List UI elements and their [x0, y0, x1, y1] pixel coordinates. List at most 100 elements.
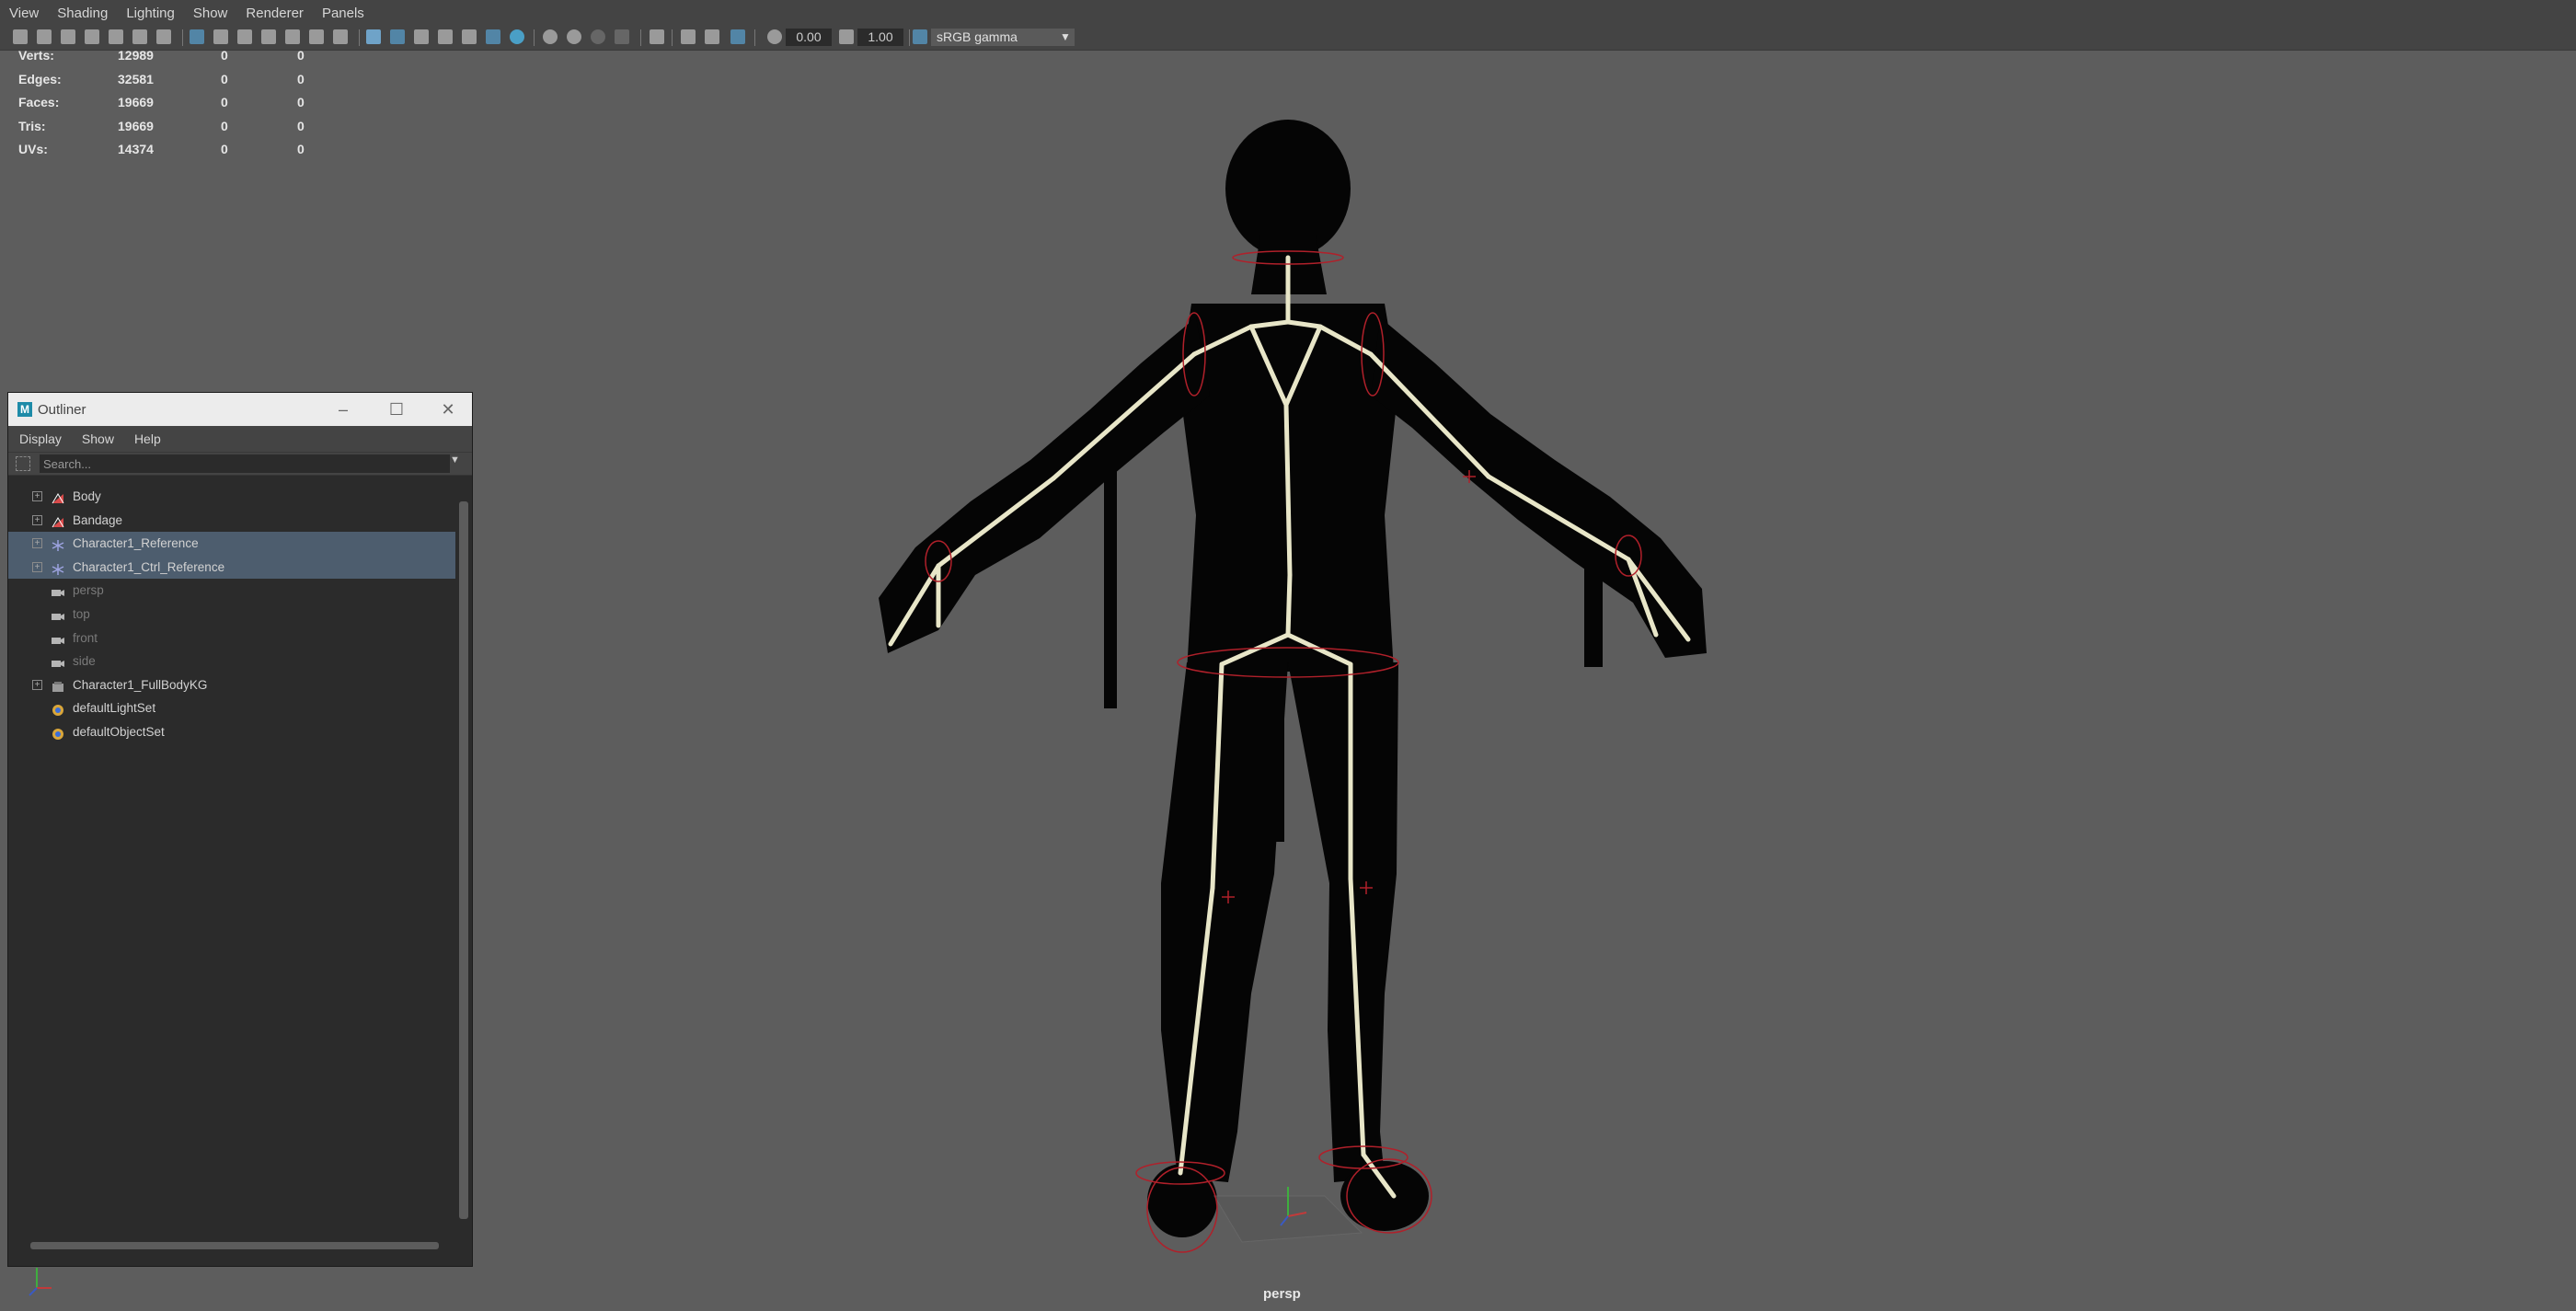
hud-component: 0	[297, 142, 305, 157]
pencil-icon[interactable]	[156, 29, 171, 44]
menu-help[interactable]: Help	[123, 431, 170, 446]
scrollbar-thumb[interactable]	[459, 501, 468, 1219]
vertical-scrollbar[interactable]	[457, 485, 470, 1235]
skeleton-bones	[888, 255, 1691, 1199]
exposure-icon[interactable]	[767, 29, 782, 44]
film-gate-icon[interactable]	[213, 29, 228, 44]
color-management-icon[interactable]	[913, 29, 927, 44]
joint-icon	[51, 536, 65, 552]
minimize-icon[interactable]: –	[319, 393, 367, 426]
search-input[interactable]	[40, 454, 450, 473]
outliner-tree: + Body + Bandage + Character1_Reference + Chara…	[8, 485, 455, 744]
resolution-gate-icon[interactable]	[237, 29, 252, 44]
outliner-item-label: defaultObjectSet	[73, 724, 165, 739]
outliner-title: Outliner	[38, 401, 86, 418]
toolbar-separator	[182, 29, 183, 46]
menu-shading[interactable]: Shading	[48, 6, 117, 21]
safe-action-icon[interactable]	[309, 29, 324, 44]
outliner-item[interactable]: side	[8, 650, 455, 673]
expand-icon[interactable]: +	[32, 538, 42, 549]
image-plane-icon[interactable]	[85, 29, 99, 44]
outliner-item-label: persp	[73, 583, 104, 598]
chevron-down-icon[interactable]: ▼	[450, 454, 460, 466]
outliner-item[interactable]: + Character1_Reference	[8, 532, 455, 556]
field-chart-icon[interactable]	[285, 29, 300, 44]
menu-show[interactable]: Show	[71, 431, 123, 446]
outliner-item[interactable]: front	[8, 627, 455, 650]
hud-selected: 0	[221, 48, 228, 63]
outliner-item[interactable]: + Body	[8, 485, 455, 509]
hud-row: Faces: 19669 0 0	[18, 95, 313, 119]
filter-icon[interactable]	[16, 456, 30, 471]
outliner-item[interactable]: persp	[8, 579, 455, 603]
color-space-dropdown[interactable]: sRGB gamma	[931, 29, 1075, 46]
exposure-field[interactable]: 0.00	[786, 29, 832, 46]
menu-renderer[interactable]: Renderer	[236, 6, 313, 21]
expand-icon[interactable]: +	[32, 679, 42, 690]
outliner-item-label: top	[73, 606, 90, 621]
hud-total: 19669	[118, 95, 154, 110]
hud-row: Verts: 12989 0 0	[18, 48, 313, 72]
shadows-icon[interactable]	[486, 29, 500, 44]
hud-label: Verts:	[18, 48, 54, 63]
motion-blur-icon[interactable]	[543, 29, 558, 44]
chevron-down-icon[interactable]: ▼	[1056, 28, 1075, 46]
menu-lighting[interactable]: Lighting	[117, 6, 184, 21]
outliner-item-label: side	[73, 654, 96, 669]
wireframe-on-shaded-icon[interactable]	[414, 29, 429, 44]
bookmark-icon[interactable]	[61, 29, 75, 44]
select-camera-icon[interactable]	[13, 29, 28, 44]
gate-mask-icon[interactable]	[261, 29, 276, 44]
expand-icon[interactable]: +	[32, 514, 42, 525]
isolate-select-icon[interactable]	[615, 29, 629, 44]
hud-total: 32581	[118, 71, 154, 86]
outliner-item[interactable]: defaultLightSet	[8, 696, 455, 720]
camera-icon	[51, 583, 65, 597]
ambient-occlusion-icon[interactable]	[510, 29, 524, 44]
2d-pan-zoom-icon[interactable]	[109, 29, 123, 44]
horizontal-scrollbar[interactable]	[14, 1239, 455, 1252]
menu-show[interactable]: Show	[184, 6, 237, 21]
textured-icon[interactable]	[438, 29, 453, 44]
gamma-field[interactable]: 1.00	[857, 29, 903, 46]
outliner-item[interactable]: top	[8, 603, 455, 627]
menu-view[interactable]: View	[0, 6, 48, 21]
smooth-shade-icon[interactable]	[390, 29, 405, 44]
outliner-item[interactable]: + Character1_Ctrl_Reference	[8, 555, 455, 580]
outliner-item[interactable]: + Character1_FullBodyKG	[8, 673, 455, 697]
hud-row: UVs: 14374 0 0	[18, 142, 313, 166]
outliner-window: M Outliner – ☐ ✕ Display Show Help ▼ + Bo…	[7, 392, 473, 1267]
maximize-icon[interactable]: ☐	[373, 393, 420, 426]
heads-up-display: Verts: 12989 0 0 Edges: 32581 0 0 Faces: 19669 0 0 T…	[18, 48, 313, 166]
outliner-item[interactable]: + Bandage	[8, 509, 455, 533]
outliner-item[interactable]: defaultObjectSet	[8, 720, 455, 744]
toolbar-separator	[672, 29, 673, 46]
outliner-item-label: Character1_FullBodyKG	[73, 677, 208, 692]
xray-icon[interactable]	[650, 29, 664, 44]
camera-icon	[51, 631, 65, 644]
grid-toggle-icon[interactable]	[190, 29, 204, 44]
hud-selected: 0	[221, 142, 228, 157]
hud-label: Edges:	[18, 71, 62, 86]
gamma-icon[interactable]	[839, 29, 854, 44]
camera-attributes-icon[interactable]	[37, 29, 52, 44]
hud-component: 0	[297, 118, 305, 133]
expand-icon[interactable]: +	[32, 561, 42, 572]
menu-display[interactable]: Display	[8, 431, 71, 446]
menu-panels[interactable]: Panels	[313, 6, 374, 21]
expand-icon[interactable]: +	[32, 491, 42, 501]
depth-of-field-icon[interactable]	[591, 29, 605, 44]
lights-icon[interactable]	[462, 29, 477, 44]
anti-alias-icon[interactable]	[567, 29, 581, 44]
safe-title-icon[interactable]	[333, 29, 348, 44]
xray-active-icon[interactable]	[681, 29, 696, 44]
close-icon[interactable]: ✕	[424, 393, 472, 426]
wireframe-icon[interactable]	[366, 29, 381, 44]
grease-pencil-icon[interactable]	[132, 29, 147, 44]
set-icon	[51, 725, 65, 740]
viewport-renderer-icon[interactable]	[730, 29, 745, 44]
outliner-titlebar[interactable]: M Outliner – ☐ ✕	[8, 393, 472, 426]
xray-joints-icon[interactable]	[705, 29, 719, 44]
scrollbar-thumb[interactable]	[30, 1242, 439, 1249]
hud-total: 19669	[118, 118, 154, 133]
